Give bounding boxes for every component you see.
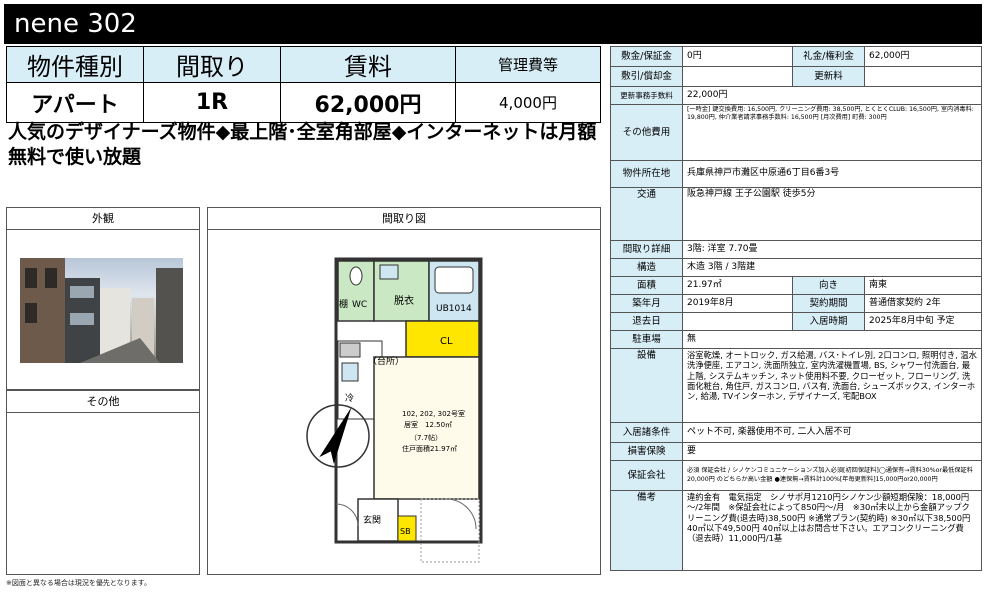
contract-label: 契約期間: [792, 294, 865, 313]
structure-value: 木造 3階 / 3階建: [682, 258, 982, 277]
address-value: 兵庫県神戸市灘区中原通6丁目6番3号: [682, 160, 982, 188]
value-rent: 62,000円: [280, 82, 456, 123]
guarantor-label: 保証会社: [610, 460, 683, 491]
floorplan-heading: 間取り図: [208, 208, 600, 230]
remarks-value: 違約金有 電気指定 シノサポ月1210円シノケン少額短期保険：18,000円～/…: [682, 490, 982, 571]
header-layout: 間取り: [143, 46, 281, 83]
movein-label: 入居時期: [792, 312, 865, 331]
insurance-label: 損害保険: [610, 442, 683, 461]
deposit-label: 敷金/保証金: [610, 46, 683, 67]
renewal-label: 更新料: [792, 66, 865, 87]
renewal-value: [864, 66, 982, 87]
deposit-value: 0円: [682, 46, 793, 67]
value-layout: 1R: [143, 82, 281, 123]
fp-room-line2: 居室 12.50㎡: [404, 420, 452, 429]
movein-value: 2025年8月中旬 予定: [864, 312, 982, 331]
fp-kitchen-label: （台所）: [368, 355, 404, 367]
parking-value: 無: [682, 330, 982, 349]
other-cost-value: [一時金] 鍵交換費用: 16,500円, クリーニング費用: 38,500円,…: [682, 104, 982, 161]
fp-entrance-label: 玄関: [363, 514, 381, 526]
property-title: nene 302: [4, 4, 982, 44]
conditions-label: 入居諸条件: [610, 422, 683, 443]
transport-value: 阪急神戸線 王子公園駅 徒歩5分: [682, 187, 982, 241]
built-label: 築年月: [610, 294, 683, 313]
catchcopy: 人気のデザイナーズ物件◆最上階･全室角部屋◆インターネットは月額無料で使い放題: [8, 121, 597, 168]
header-property-type: 物件種別: [6, 46, 144, 83]
exterior-heading: 外観: [7, 208, 199, 230]
direction-value: 南東: [864, 276, 982, 295]
fp-shoebox-label: SB: [400, 527, 411, 536]
floorplan-panel: 間取り図 棚 WC 脱衣 UB1014 CL （台所） 冷 102, 202, …: [207, 207, 601, 575]
contract-value: 普通借家契約 2年: [864, 294, 982, 313]
property-info-table: 敷金/保証金 0円 礼金/権利金 62,000円 敷引/償却金 更新料 更新事務…: [610, 46, 982, 571]
value-management-fee: 4,000円: [455, 82, 601, 123]
header-management-fee: 管理費等: [455, 46, 601, 83]
key-money-label: 礼金/権利金: [792, 46, 865, 67]
fp-storage-label: 棚: [339, 298, 348, 310]
guarantor-value: 必須 保証会社 / シノケンコミュニケーションズ加入必須[初回保証料]◯通保有→…: [682, 460, 982, 491]
vacate-value: [682, 312, 793, 331]
fp-room-line4: 住戸面積21.97㎡: [402, 444, 457, 453]
fp-room-line1: 102, 202, 302号室: [402, 409, 465, 418]
fp-closet-label: CL: [440, 336, 453, 347]
area-value: 21.97㎡: [682, 276, 793, 295]
renewal-fee-label: 更新事務手数料: [610, 86, 683, 105]
floorplan-drawing: 棚 WC 脱衣 UB1014 CL （台所） 冷 102, 202, 302号室…: [306, 257, 483, 563]
parking-label: 駐車場: [610, 330, 683, 349]
value-property-type: アパート: [6, 82, 144, 123]
other-cost-label: その他費用: [610, 104, 683, 161]
fp-washroom-label: 脱衣: [394, 294, 414, 307]
layout-detail-label: 間取り詳細: [610, 240, 683, 259]
fp-bath-label: UB1014: [436, 304, 472, 314]
fp-wc-label: WC: [352, 300, 367, 310]
equipment-value: 浴室乾燥, オートロック, ガス給湯, バス･トイレ別, 2口コンロ, 照明付き…: [682, 348, 982, 423]
exterior-panel: 外観: [6, 207, 200, 390]
fp-room-line3: （7.7帖）: [410, 433, 442, 442]
other-panel: その他: [6, 390, 200, 575]
exterior-photo: [20, 258, 183, 363]
main-summary-table: 物件種別 間取り 賃料 管理費等 アパート 1R 62,000円 4,000円: [6, 46, 601, 123]
structure-label: 構造: [610, 258, 683, 277]
other-heading: その他: [7, 391, 199, 413]
address-label: 物件所在地: [610, 160, 683, 188]
equipment-label: 設備: [610, 348, 683, 423]
amortization-label: 敷引/償却金: [610, 66, 683, 87]
summary-value-row: アパート 1R 62,000円 4,000円: [6, 82, 601, 123]
renewal-fee-value: 22,000円: [682, 86, 982, 105]
layout-detail-value: 3階: 洋室 7.70畳: [682, 240, 982, 259]
header-rent: 賃料: [280, 46, 456, 83]
area-label: 面積: [610, 276, 683, 295]
amortization-value: [682, 66, 793, 87]
fp-fridge-label: 冷: [345, 392, 354, 404]
insurance-value: 要: [682, 442, 982, 461]
remarks-label: 備考: [610, 490, 683, 571]
conditions-value: ペット不可, 楽器使用不可, 二人入居不可: [682, 422, 982, 443]
key-money-value: 62,000円: [864, 46, 982, 67]
summary-header-row: 物件種別 間取り 賃料 管理費等: [6, 46, 601, 83]
footnote: ※図面と異なる場合は現況を優先となります。: [6, 579, 151, 587]
vacate-label: 退去日: [610, 312, 683, 331]
built-value: 2019年8月: [682, 294, 793, 313]
transport-label: 交通: [610, 187, 683, 241]
direction-label: 向き: [792, 276, 865, 295]
